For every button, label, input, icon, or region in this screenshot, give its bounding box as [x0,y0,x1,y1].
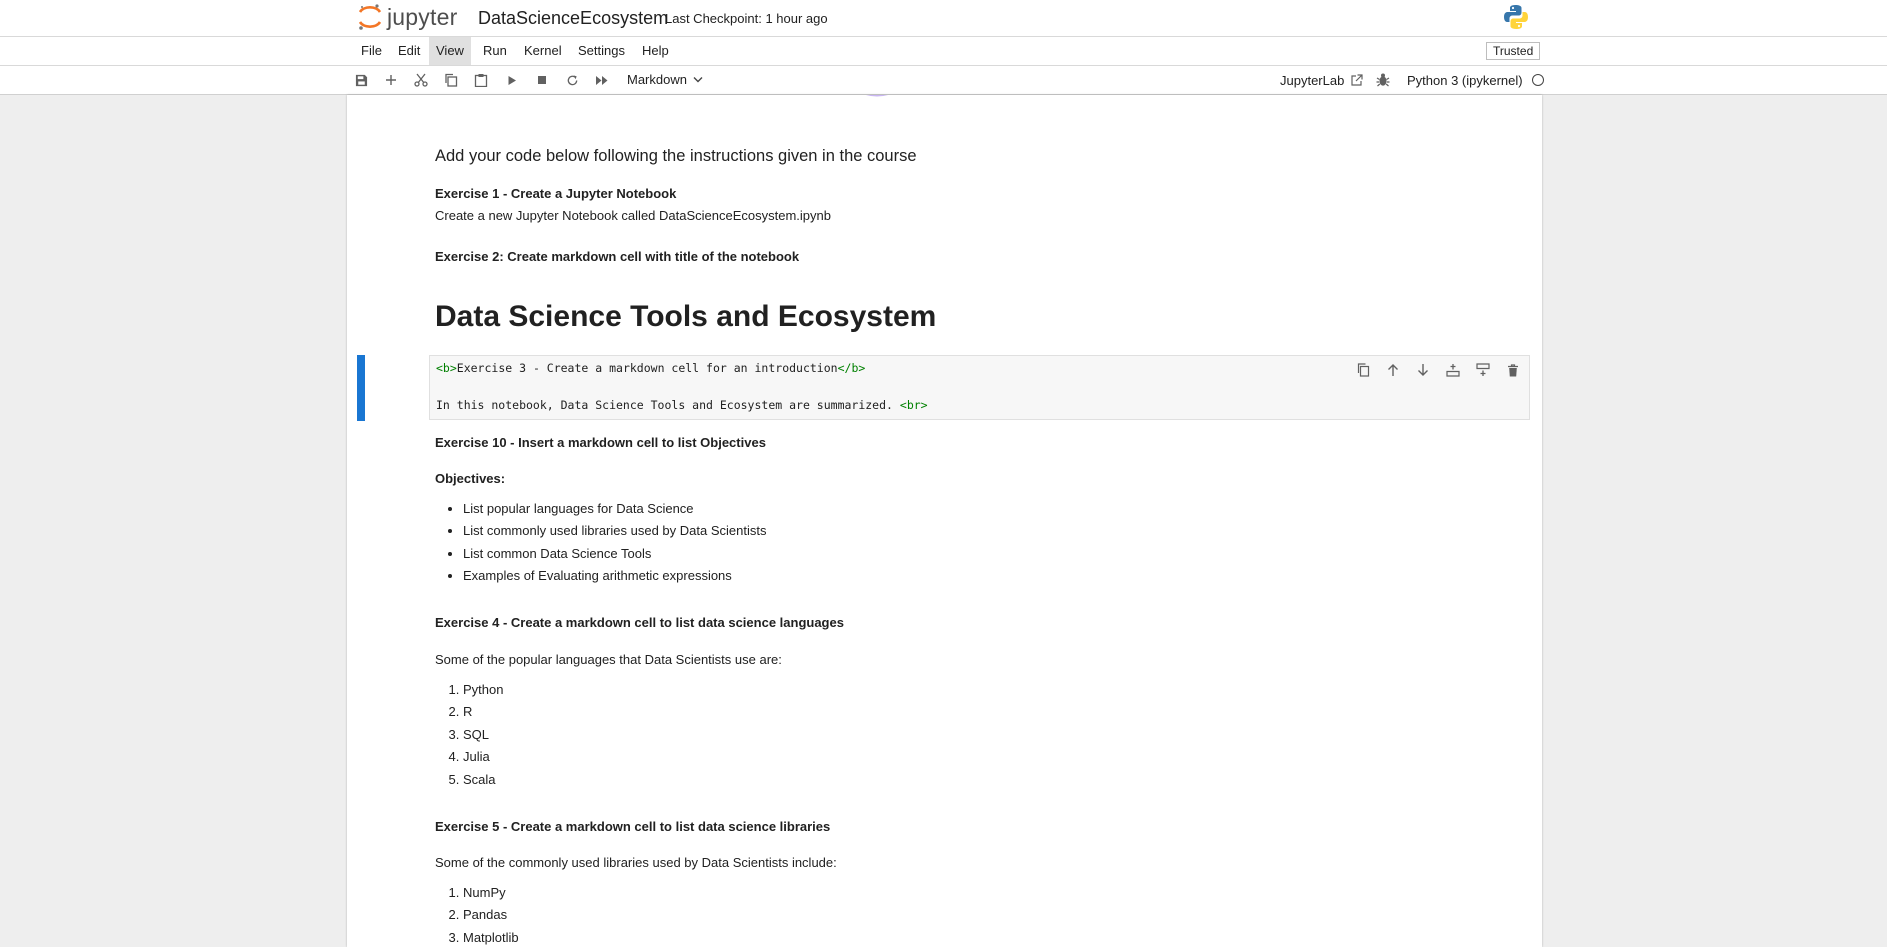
active-markdown-cell-editor[interactable]: <b>Exercise 3 - Create a markdown cell f… [429,355,1530,420]
notebook-toolbar: Markdown JupyterLab Python 3 (ipykernel) [0,66,1887,95]
paste-icon [474,74,488,87]
menu-view[interactable]: View [429,37,471,65]
run-button[interactable] [503,71,521,89]
run-icon [508,75,516,85]
restart-button[interactable] [563,71,581,89]
list-item: Julia [463,746,503,768]
list-item: NumPy [463,882,519,904]
list-item: List commonly used libraries used by Dat… [463,520,766,542]
notebook-title[interactable]: DataScienceEcosystem [478,8,668,29]
paste-button[interactable] [472,71,490,89]
delete-cell-button[interactable] [1498,360,1528,380]
run-all-icon [596,75,608,85]
duplicate-icon [1357,363,1369,377]
intro-heading: Add your code below following the instru… [435,147,917,165]
save-button[interactable] [352,71,370,89]
move-up-button[interactable] [1378,360,1408,380]
exercise-4-title: Exercise 4 - Create a markdown cell to l… [435,615,844,630]
libraries-list: NumPy Pandas Matplotlib [435,882,519,947]
stop-icon [538,76,546,84]
save-icon [355,74,367,86]
list-item: Pandas [463,904,519,926]
exercise-5-title: Exercise 5 - Create a markdown cell to l… [435,819,831,834]
active-cell-collapser[interactable] [357,355,365,421]
list-item: Matplotlib [463,927,519,947]
list-item: R [463,701,503,723]
cut-icon [414,73,428,87]
list-item: List popular languages for Data Science [463,498,766,520]
exercise-4-text: Some of the popular languages that Data … [435,652,782,667]
notebook-main-title: Data Science Tools and Ecosystem [435,300,937,333]
cell-code-line-1: <b>Exercise 3 - Create a markdown cell f… [436,361,865,375]
stop-button[interactable] [533,71,551,89]
checkpoint-status: Last Checkpoint: 1 hour ago [665,11,828,26]
list-item: Scala [463,769,503,791]
open-jupyterlab-link[interactable]: JupyterLab [1280,73,1363,88]
menu-help[interactable]: Help [635,37,676,65]
menu-run[interactable]: Run [476,37,514,65]
insert-below-icon [1476,363,1490,376]
debugger-bug-icon[interactable] [1376,72,1390,87]
objectives-label: Objectives: [435,471,506,486]
cell-type-dropdown[interactable]: Markdown [627,72,703,87]
languages-list: Python R SQL Julia Scala [435,679,503,791]
kernel-status-idle-icon [1532,74,1544,86]
insert-above-icon [1446,364,1460,377]
list-item: List common Data Science Tools [463,543,766,565]
restart-icon [567,74,577,85]
list-item: Examples of Evaluating arithmetic expres… [463,565,766,587]
cut-button[interactable] [412,71,430,89]
top-bar: jupyter DataScienceEcosystem Last Checkp… [0,0,1887,37]
list-item: Python [463,679,503,701]
jupyter-logo-text: jupyter [387,3,458,30]
copy-button[interactable] [442,71,460,89]
menu-kernel[interactable]: Kernel [517,37,569,65]
code-tag-open-b: <b> [436,361,457,375]
kernel-name[interactable]: Python 3 (ipykernel) [1407,73,1523,88]
exercise-1-text: Create a new Jupyter Notebook called Dat… [435,208,831,223]
jupyterlab-label: JupyterLab [1280,73,1345,88]
insert-cell-below-button[interactable] [1468,360,1498,380]
python-logo-icon [1504,5,1528,29]
cell-type-value: Markdown [627,72,687,87]
menu-file[interactable]: File [354,37,389,65]
add-cell-icon [386,75,396,85]
exercise-10-title: Exercise 10 - Insert a markdown cell to … [435,435,766,450]
code-tag-close-b: </b> [837,361,866,375]
menu-settings[interactable]: Settings [571,37,632,65]
exercise-2-title: Exercise 2: Create markdown cell with ti… [435,249,800,264]
exercise-5-text: Some of the commonly used libraries used… [435,855,837,870]
cell-code-line-2: In this notebook, Data Science Tools and… [436,398,928,412]
menu-edit[interactable]: Edit [391,37,427,65]
menu-bar: File Edit View Run Kernel Settings Help … [0,37,1887,66]
arrow-down-icon [1418,364,1428,376]
notebook-panel: Add your code below following the instru… [347,95,1542,947]
chevron-down-icon [693,77,703,83]
jupyter-logo[interactable]: jupyter [357,3,457,31]
code-text-exercise-3: Exercise 3 - Create a markdown cell for … [456,361,838,375]
exercise-1-title: Exercise 1 - Create a Jupyter Notebook [435,186,677,201]
embedded-logo-image [865,95,889,97]
code-text-intro: In this notebook, Data Science Tools and… [436,398,900,412]
code-tag-br: <br> [899,398,928,412]
move-down-button[interactable] [1408,360,1438,380]
cell-toolbar [1348,360,1528,380]
external-link-icon [1351,74,1363,86]
add-cell-button[interactable] [382,71,400,89]
duplicate-cell-button[interactable] [1348,360,1378,380]
trusted-indicator[interactable]: Trusted [1486,42,1541,60]
objectives-list: List popular languages for Data Science … [435,498,766,588]
arrow-up-icon [1388,364,1398,376]
trash-icon [1508,363,1518,376]
insert-cell-above-button[interactable] [1438,360,1468,380]
jupyter-logo-icon [358,4,382,30]
list-item: SQL [463,724,503,746]
copy-icon [445,73,458,87]
run-all-button[interactable] [593,71,611,89]
